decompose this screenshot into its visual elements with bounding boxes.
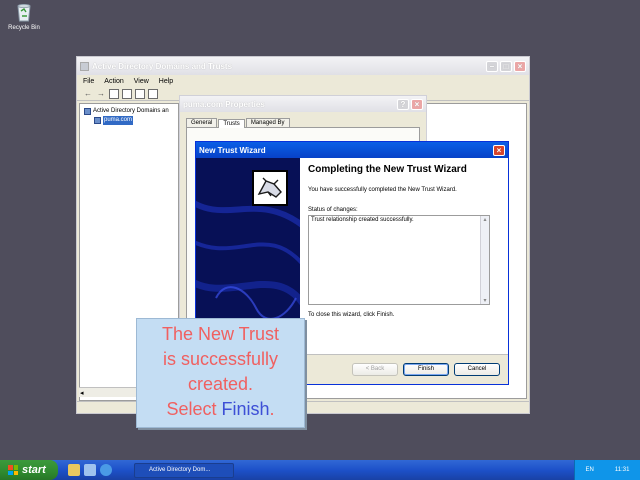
recycle-bin-label: Recycle Bin	[8, 25, 40, 31]
scroll-up-icon[interactable]: ▴	[481, 216, 489, 223]
taskbar: start Active Directory Dom... EN 11:31	[0, 460, 640, 480]
cancel-button[interactable]: Cancel	[454, 363, 500, 376]
status-text-box[interactable]: Trust relationship created successfully.…	[308, 215, 490, 305]
tree-root-item[interactable]: Active Directory Domains an	[84, 107, 174, 116]
taskbar-button-label: Active Directory Dom...	[149, 467, 211, 473]
status-of-changes-label: Status of changes:	[308, 207, 358, 213]
tree-domain-item[interactable]: puma.com	[84, 116, 174, 125]
callout-line-4: Select Finish.	[137, 397, 304, 422]
show-tree-icon[interactable]	[122, 88, 132, 99]
callout-line-3: created.	[187, 374, 254, 394]
scroll-left-icon[interactable]: ◂	[80, 389, 84, 397]
tab-managed-by[interactable]: Managed By	[245, 118, 290, 127]
recycle-bin-desktop-icon[interactable]: Recycle Bin	[6, 2, 42, 31]
wizard-title: New Trust Wizard	[199, 145, 266, 155]
main-window-title: Active Directory Domains and Trusts	[92, 61, 233, 71]
main-window-icon	[80, 61, 89, 71]
properties-tabs: General Trusts Managed By	[180, 112, 426, 128]
callout-finish-highlight: Finish	[221, 399, 270, 419]
back-arrow-icon[interactable]: ←	[83, 89, 93, 99]
quick-launch	[58, 464, 112, 476]
handshake-icon	[252, 170, 288, 206]
wizard-close-instruction: To close this wizard, click Finish.	[308, 312, 395, 318]
tree-domain-label: puma.com	[103, 116, 134, 125]
wizard-heading: Completing the New Trust Wizard	[308, 164, 467, 175]
status-text: Trust relationship created successfully.	[311, 217, 414, 223]
main-title-bar[interactable]: Active Directory Domains and Trusts – □ …	[77, 57, 529, 75]
domain-icon	[94, 117, 101, 124]
wizard-button-row: < Back Finish Cancel	[300, 354, 508, 384]
properties-title-bar[interactable]: puma.com Properties ? ×	[180, 96, 426, 112]
help-button[interactable]: ?	[397, 98, 409, 110]
internet-explorer-icon[interactable]	[100, 464, 112, 476]
taskbar-active-directory-button[interactable]: Active Directory Dom...	[134, 462, 234, 478]
wizard-content: Completing the New Trust Wizard You have…	[300, 158, 508, 354]
up-folder-icon[interactable]	[109, 88, 119, 99]
menu-view[interactable]: View	[134, 78, 149, 85]
properties-close-button[interactable]: ×	[411, 98, 423, 110]
finish-button[interactable]: Finish	[403, 363, 449, 376]
back-button[interactable]: < Back	[352, 363, 398, 376]
menu-bar: File Action View Help	[77, 75, 529, 87]
system-tray: EN 11:31	[574, 460, 640, 480]
close-button[interactable]: ×	[514, 60, 526, 72]
properties-icon[interactable]	[135, 88, 145, 99]
export-list-icon[interactable]	[148, 88, 158, 99]
forward-arrow-icon[interactable]: →	[96, 89, 106, 99]
menu-action[interactable]: Action	[104, 78, 123, 85]
tutorial-callout: The New Trust is successfully created. S…	[136, 318, 305, 428]
minimize-button[interactable]: –	[486, 60, 498, 72]
domains-trusts-icon	[84, 108, 91, 115]
maximize-button[interactable]: □	[500, 60, 512, 72]
menu-help[interactable]: Help	[159, 78, 173, 85]
wizard-close-button[interactable]: ×	[493, 144, 505, 156]
windows-logo-icon	[8, 465, 18, 475]
callout-period: .	[269, 399, 275, 419]
wizard-completed-text: You have successfully completed the New …	[308, 187, 457, 193]
tree-root-label: Active Directory Domains an	[93, 108, 169, 114]
tab-general[interactable]: General	[186, 118, 218, 127]
tab-trusts[interactable]: Trusts	[218, 119, 245, 128]
callout-line-1: The New Trust	[161, 324, 280, 344]
wizard-title-bar[interactable]: New Trust Wizard ×	[196, 142, 508, 158]
properties-title: puma.com Properties	[183, 99, 265, 109]
scroll-down-icon[interactable]: ▾	[481, 297, 489, 304]
start-label: start	[22, 464, 46, 476]
callout-select-text: Select	[166, 399, 222, 419]
clock[interactable]: 11:31	[615, 467, 630, 473]
explorer-icon[interactable]	[84, 464, 96, 476]
status-scrollbar[interactable]: ▴ ▾	[480, 216, 489, 304]
recycle-bin-icon	[15, 2, 33, 22]
menu-file[interactable]: File	[83, 78, 94, 85]
callout-line-2: is successfully	[162, 349, 279, 369]
show-desktop-icon[interactable]	[68, 464, 80, 476]
language-indicator[interactable]: EN	[586, 467, 594, 473]
start-button[interactable]: start	[0, 460, 58, 480]
